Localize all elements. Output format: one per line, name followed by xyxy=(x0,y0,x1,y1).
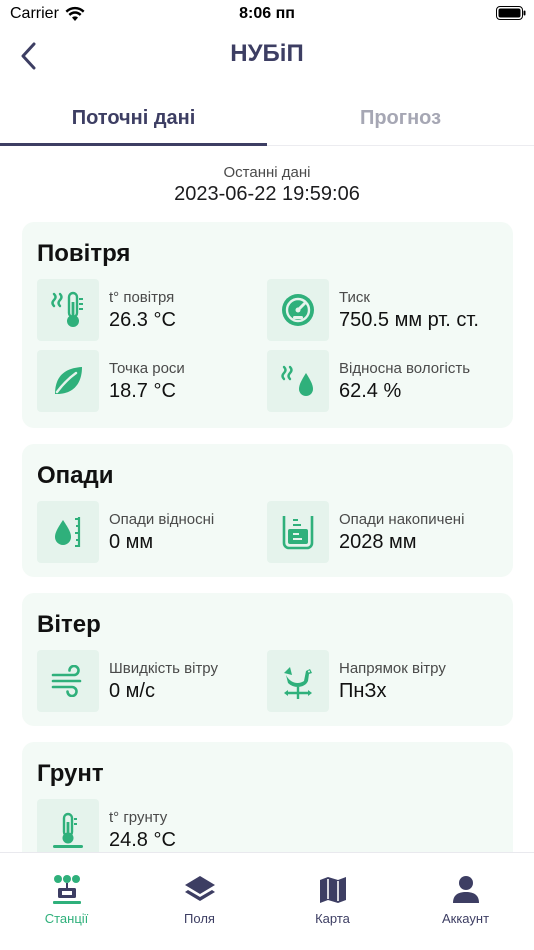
metric-value: ПнЗх xyxy=(339,680,387,702)
page-title: НУБіП xyxy=(230,40,304,67)
metric-wind-speed: Швидкість вітру 0 м/с xyxy=(37,650,267,712)
segment-tabs: Поточні дані Прогноз xyxy=(0,90,534,146)
tab-bar-label: Аккаунт xyxy=(441,911,490,926)
metric-value: 26.3 °C xyxy=(109,309,176,331)
metric-precip-relative: Опади відносні 0 мм xyxy=(37,501,267,563)
metric-humidity: Відносна вологість 62.4 % xyxy=(267,350,497,412)
rain-gauge-icon xyxy=(267,501,329,563)
map-icon xyxy=(315,873,351,907)
metric-value: 0 мм xyxy=(109,531,154,553)
tab-bar-fields[interactable]: Поля xyxy=(133,853,266,933)
metric-air-temperature: t° повітря 26.3 °C xyxy=(37,279,267,341)
layers-icon xyxy=(182,873,218,907)
metric-value: 18.7 °C xyxy=(109,380,176,402)
tab-forecast[interactable]: Прогноз xyxy=(267,90,534,146)
nav-bar: НУБіП xyxy=(0,30,534,80)
metric-label: Відносна вологість xyxy=(339,360,471,377)
metric-label: t° грунту xyxy=(109,809,168,826)
heat-thermometer-icon xyxy=(37,279,99,341)
tab-bar-label: Поля xyxy=(184,911,215,926)
precipitation-card-title: Опади xyxy=(37,462,114,489)
drop-ruler-icon xyxy=(37,501,99,563)
status-time: 8:06 пп xyxy=(239,5,295,22)
metric-label: Швидкість вітру xyxy=(109,660,218,677)
metric-precip-accumulated: Опади накопичені 2028 мм xyxy=(267,501,497,563)
metric-value: 750.5 мм рт. ст. xyxy=(339,309,479,331)
metric-pressure: Тиск 750.5 мм рт. ст. xyxy=(267,279,497,341)
metric-dew-point: Точка роси 18.7 °C xyxy=(37,350,267,412)
air-card: Повітря t° повітря 26.3 °C Тиск 750.5 мм… xyxy=(22,222,513,428)
weathervane-rooster-icon xyxy=(267,650,329,712)
last-data-label: Останні дані xyxy=(223,164,311,181)
last-data-timestamp: 2023-06-22 19:59:06 xyxy=(174,183,360,205)
metric-value: 62.4 % xyxy=(339,380,402,402)
metric-label: Точка роси xyxy=(109,360,185,377)
tab-bar-label: Карта xyxy=(315,911,350,926)
metric-label: Тиск xyxy=(339,289,370,306)
tab-current-data[interactable]: Поточні дані xyxy=(0,90,267,146)
last-data: Останні дані 2023-06-22 19:59:06 xyxy=(0,164,534,206)
stations-icon xyxy=(49,873,85,907)
metric-label: t° повітря xyxy=(109,289,175,306)
humidity-drop-icon xyxy=(267,350,329,412)
soil-card-title: Грунт xyxy=(37,760,104,787)
metric-wind-direction: Напрямок вітру ПнЗх xyxy=(267,650,497,712)
tab-bar-label: Станції xyxy=(44,911,89,926)
wind-card-title: Вітер xyxy=(37,611,101,638)
metric-label: Напрямок вітру xyxy=(339,660,446,677)
tab-indicator xyxy=(0,143,267,146)
metric-value: 24.8 °C xyxy=(109,829,176,851)
screen: Carrier 8:06 пп НУБіП Поточні дані Прогн… xyxy=(0,0,534,950)
metric-label: Опади відносні xyxy=(109,511,215,528)
metric-label: Опади накопичені xyxy=(339,511,465,528)
metric-value: 0 м/с xyxy=(109,680,155,702)
wind-card: Вітер Швидкість вітру 0 м/с Напрямок віт… xyxy=(22,593,513,726)
tab-bar-stations[interactable]: Станції xyxy=(0,853,133,933)
account-icon xyxy=(448,873,484,907)
tab-bar-map[interactable]: Карта xyxy=(266,853,399,933)
status-bar: Carrier 8:06 пп xyxy=(0,0,534,30)
leaf-icon xyxy=(37,350,99,412)
metric-value: 2028 мм xyxy=(339,531,417,553)
tab-bar-account[interactable]: Аккаунт xyxy=(399,853,532,933)
gauge-icon xyxy=(267,279,329,341)
bottom-tab-bar: Станції Поля Карта Аккаунт xyxy=(0,852,534,950)
air-card-title: Повітря xyxy=(37,240,131,267)
wind-icon xyxy=(37,650,99,712)
precipitation-card: Опади Опади відносні 0 мм Опади накопиче… xyxy=(22,444,513,577)
battery-icon xyxy=(496,6,526,20)
